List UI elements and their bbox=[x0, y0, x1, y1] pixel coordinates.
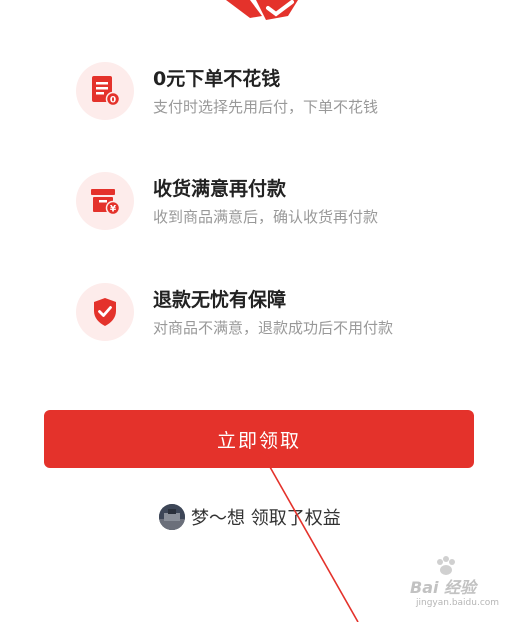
benefit-icon-background: ¥ bbox=[76, 172, 134, 230]
benefit-icon-background: 0 bbox=[76, 62, 134, 120]
benefit-icon-background bbox=[76, 283, 134, 341]
shield-check-icon bbox=[94, 298, 116, 326]
benefit-description: 对商品不满意，退款成功后不用付款 bbox=[153, 319, 394, 337]
benefit-item-zero-order: 0 0元下单不花钱 支付时选择先用后付，下单不花钱 bbox=[76, 62, 476, 122]
baidu-jingyan-watermark: Bai 经验 jingyan.baidu.com bbox=[390, 556, 500, 615]
benefit-title: 0元下单不花钱 bbox=[153, 68, 281, 90]
icon-badge-zero: 0 bbox=[110, 96, 116, 106]
order-document-icon: 0 bbox=[92, 76, 120, 107]
watermark-url: jingyan.baidu.com bbox=[416, 598, 500, 608]
header-badge-icon bbox=[226, 0, 298, 20]
benefit-title: 收货满意再付款 bbox=[153, 178, 287, 200]
benefit-description: 收到商品满意后，确认收货再付款 bbox=[153, 208, 379, 226]
benefit-title: 退款无忧有保障 bbox=[153, 289, 287, 311]
benefit-item-worry-free-refund: 退款无忧有保障 对商品不满意，退款成功后不用付款 bbox=[76, 283, 476, 343]
payment-box-icon: ¥ bbox=[91, 189, 121, 216]
benefit-description: 支付时选择先用后付，下单不花钱 bbox=[153, 98, 379, 116]
avatar-image-icon bbox=[159, 504, 185, 530]
claimed-notice-text: 梦～想 领取了权益 bbox=[191, 508, 341, 529]
benefit-item-pay-after-receipt: ¥ 收货满意再付款 收到商品满意后，确认收货再付款 bbox=[76, 172, 476, 232]
icon-badge-yuan: ¥ bbox=[110, 205, 117, 215]
claim-now-button[interactable]: 立即领取 bbox=[44, 410, 474, 468]
watermark-title: Bai 经验 bbox=[410, 578, 477, 597]
avatar bbox=[159, 504, 185, 530]
claimed-notice: 梦～想 领取了权益 bbox=[159, 503, 341, 531]
